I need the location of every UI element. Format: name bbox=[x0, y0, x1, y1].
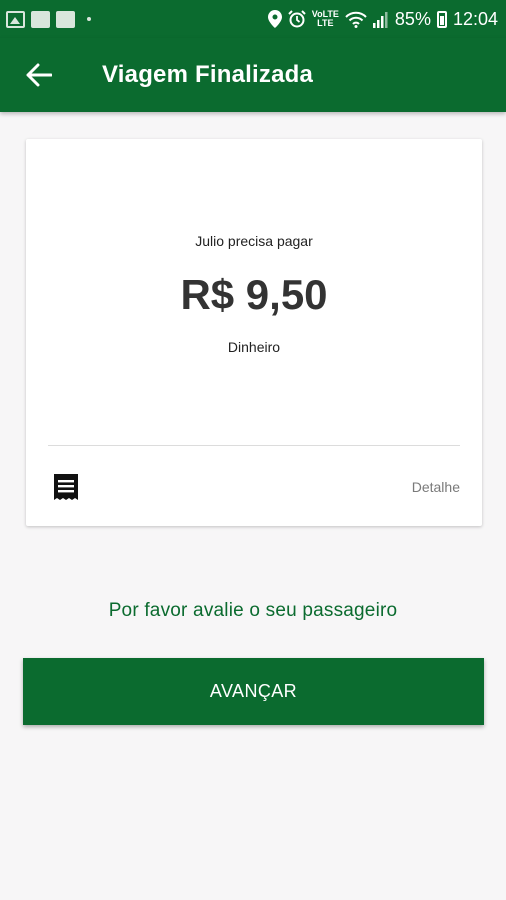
battery-percent: 85% bbox=[394, 8, 431, 29]
volte-icon: VoLTE LTE bbox=[312, 10, 339, 28]
image-icon bbox=[6, 10, 25, 28]
arrow-left-icon bbox=[26, 63, 52, 87]
app-bar: Viagem Finalizada bbox=[0, 38, 506, 112]
signal-icon bbox=[372, 11, 388, 28]
payment-card: Julio precisa pagar R$ 9,50 Dinheiro Det… bbox=[26, 139, 482, 526]
payment-amount: R$ 9,50 bbox=[180, 271, 328, 318]
rating-prompt: Por favor avalie o seu passageiro bbox=[108, 600, 398, 621]
status-notifications bbox=[6, 10, 91, 28]
advance-button[interactable]: AVANÇAR bbox=[23, 658, 484, 725]
battery-icon bbox=[436, 10, 447, 28]
card-divider bbox=[48, 445, 460, 446]
alarm-icon bbox=[288, 10, 306, 28]
wifi-icon bbox=[345, 11, 367, 28]
payment-label: Julio precisa pagar bbox=[195, 233, 313, 249]
status-bar: VoLTE LTE 85% 12:04 bbox=[0, 0, 506, 38]
location-icon bbox=[267, 10, 282, 28]
volte-label-bottom: LTE bbox=[317, 18, 334, 28]
square-icon bbox=[31, 10, 50, 28]
payment-method: Dinheiro bbox=[227, 339, 281, 355]
square-icon bbox=[56, 10, 75, 28]
page-title: Viagem Finalizada bbox=[102, 61, 314, 88]
status-system: VoLTE LTE 85% 12:04 bbox=[267, 8, 498, 30]
receipt-icon[interactable] bbox=[52, 473, 80, 501]
clock: 12:04 bbox=[452, 8, 498, 29]
back-button[interactable] bbox=[0, 38, 78, 112]
dot-icon bbox=[87, 17, 91, 21]
detail-link[interactable]: Detalhe bbox=[412, 479, 460, 495]
